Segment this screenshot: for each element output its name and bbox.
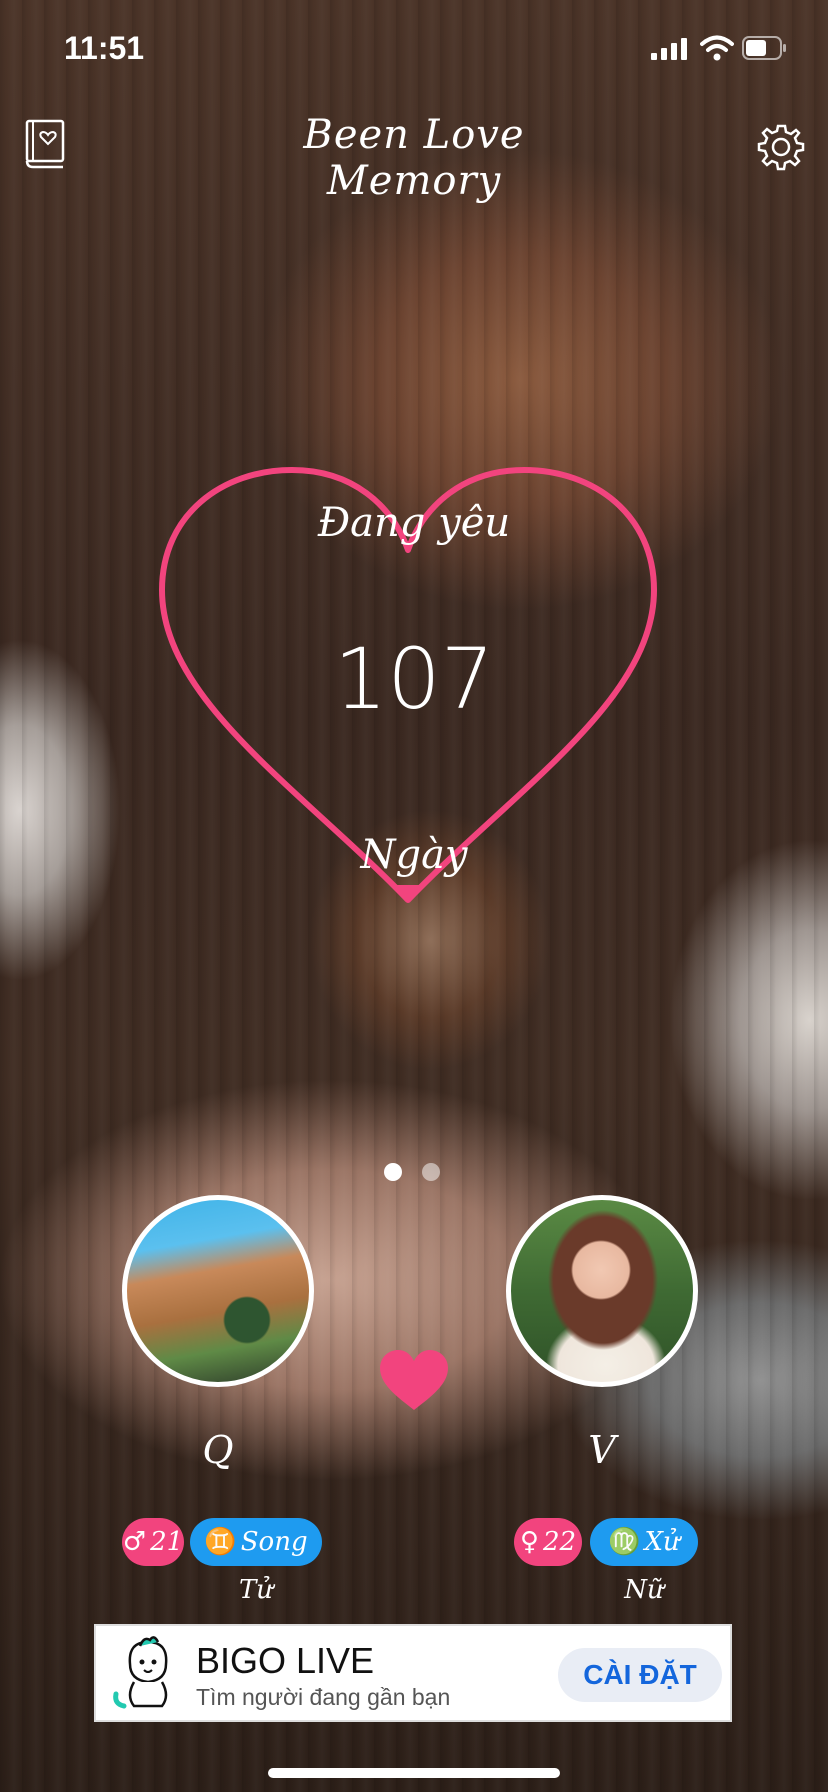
heart-icon — [380, 1350, 448, 1410]
bigo-live-logo-icon — [113, 1636, 168, 1709]
memory-book-icon[interactable] — [24, 118, 66, 170]
male-icon: ♂ — [122, 1527, 147, 1557]
battery-icon — [742, 36, 786, 60]
partner-1-age: 21 — [150, 1527, 184, 1557]
gemini-icon: ♊ — [204, 1527, 237, 1557]
partner-2-avatar[interactable] — [506, 1195, 698, 1387]
days-label: Ngày — [360, 832, 468, 878]
virgo-icon: ♍ — [608, 1527, 641, 1557]
wifi-icon — [700, 35, 734, 61]
home-indicator[interactable] — [268, 1768, 560, 1778]
ad-install-button[interactable]: CÀI ĐẶT — [558, 1648, 722, 1702]
partner-2-age: 22 — [542, 1527, 577, 1557]
partner-2-zodiac-badge: ♍ Xử Nữ — [590, 1518, 698, 1605]
partner-2-age-badge: ♀ 22 — [514, 1518, 582, 1566]
ad-banner[interactable]: BIGO LIVE Tìm người đang gần bạn CÀI ĐẶT — [94, 1624, 732, 1722]
settings-gear-icon[interactable] — [756, 122, 806, 172]
partner-1-zodiac: Song Tử — [238, 1527, 308, 1605]
ad-subtitle: Tìm người đang gần bạn — [196, 1684, 451, 1710]
partner-2-name: V — [588, 1428, 616, 1472]
page-dot-1[interactable] — [384, 1163, 402, 1181]
partner-1-zodiac-badge: ♊ Song Tử — [190, 1518, 322, 1605]
in-love-label: Đang yêu — [317, 500, 511, 546]
days-count: 107 — [333, 630, 495, 728]
partner-1-name: Q — [202, 1428, 234, 1472]
partner-1-avatar[interactable] — [122, 1195, 314, 1387]
status-time: 11:51 — [64, 30, 145, 66]
cellular-signal-icon — [651, 38, 687, 60]
page-indicator[interactable] — [384, 1163, 440, 1181]
page-dot-2[interactable] — [422, 1163, 440, 1181]
ad-title: BIGO LIVE — [196, 1640, 375, 1681]
female-icon: ♀ — [519, 1527, 539, 1557]
app-title: Been Love Memory — [303, 112, 525, 204]
partner-1-age-badge: ♂ 21 — [122, 1518, 184, 1566]
